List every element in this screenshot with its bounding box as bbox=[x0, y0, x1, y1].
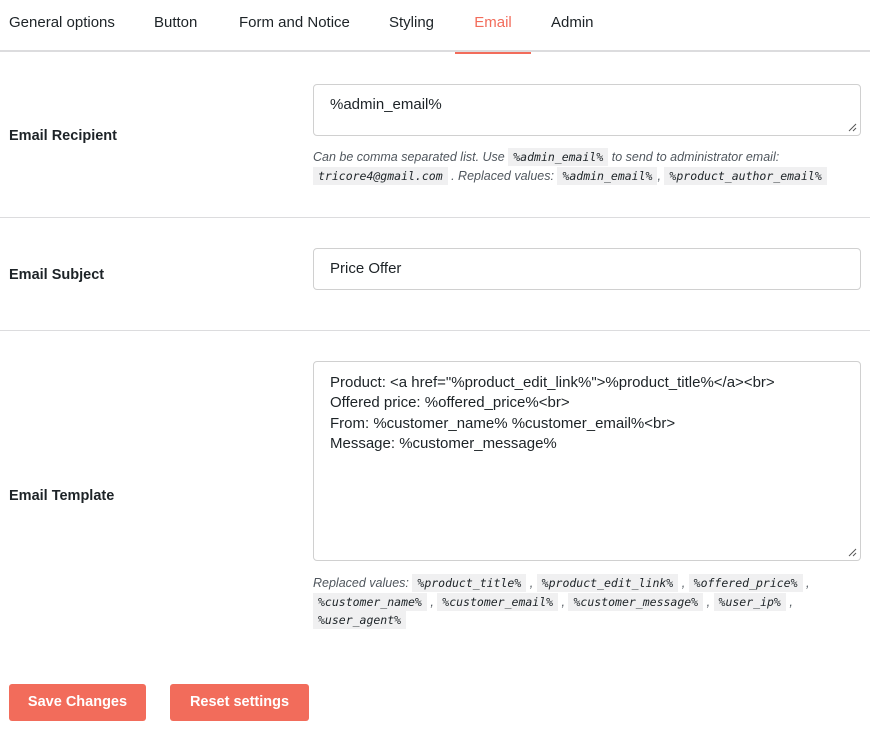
code-customer-email: %customer_email% bbox=[437, 592, 559, 611]
code-customer-message: %customer_message% bbox=[568, 592, 704, 611]
email-recipient-textarea[interactable]: %admin_email% bbox=[313, 84, 861, 136]
resize-handle-icon[interactable] bbox=[848, 123, 857, 132]
code-admin-email: %admin_email% bbox=[508, 148, 609, 166]
tab-styling[interactable]: Styling bbox=[389, 0, 437, 52]
reset-settings-button[interactable]: Reset settings bbox=[170, 684, 309, 721]
email-template-help: Replaced values: %product_title% , %prod… bbox=[313, 574, 810, 629]
help-text: Replaced values: bbox=[313, 576, 409, 590]
email-recipient-label: Email Recipient bbox=[9, 128, 117, 144]
tab-general-options[interactable]: General options bbox=[9, 0, 115, 52]
code-product-author-email: %product_author_email% bbox=[664, 167, 827, 185]
code-product-edit-link: %product_edit_link% bbox=[536, 574, 679, 592]
email-template-textarea[interactable]: Product: <a href="%product_edit_link%">%… bbox=[313, 361, 861, 561]
email-recipient-row: Email Recipient %admin_email% Can be com… bbox=[0, 52, 870, 218]
email-subject-input[interactable]: Price Offer bbox=[313, 248, 861, 290]
tab-button[interactable]: Button bbox=[154, 0, 199, 52]
help-text: . Replaced values: bbox=[451, 169, 554, 183]
code-user-ip: %user_ip% bbox=[713, 592, 786, 611]
email-subject-label: Email Subject bbox=[9, 267, 105, 283]
email-template-row: Email Template Product: <a href="%produc… bbox=[0, 331, 870, 661]
email-recipient-value: %admin_email% bbox=[330, 96, 442, 113]
help-text: to send to administrator email: bbox=[611, 150, 780, 164]
separator: , bbox=[657, 169, 661, 183]
settings-tabs: General options Button Form and Notice S… bbox=[0, 0, 870, 54]
code-customer-name: %customer_name% bbox=[313, 592, 427, 611]
save-changes-button[interactable]: Save Changes bbox=[9, 684, 146, 721]
code-product-title: %product_title% bbox=[412, 574, 527, 592]
template-line: From: %customer_name% %customer_email%<b… bbox=[330, 414, 676, 432]
resize-handle-icon[interactable] bbox=[848, 548, 857, 557]
template-line: Offered price: %offered_price%<br> bbox=[330, 394, 570, 412]
code-admin-email: %admin_email% bbox=[557, 167, 658, 185]
email-subject-row: Email Subject Price Offer bbox=[0, 218, 870, 331]
template-line: Message: %customer_message% bbox=[330, 434, 557, 452]
tab-email[interactable]: Email bbox=[455, 0, 531, 54]
template-line: Product: <a href="%product_edit_link%">%… bbox=[330, 374, 775, 391]
code-admin-address: tricore4@gmail.com bbox=[313, 167, 448, 185]
code-offered-price: %offered_price% bbox=[688, 574, 803, 592]
code-user-agent: %user_agent% bbox=[313, 611, 407, 629]
email-recipient-help: Can be comma separated list. Use %admin_… bbox=[313, 148, 861, 186]
tab-form-and-notice[interactable]: Form and Notice bbox=[239, 0, 351, 52]
email-template-label: Email Template bbox=[9, 488, 115, 504]
help-text: Can be comma separated list. Use bbox=[313, 150, 505, 164]
tab-admin[interactable]: Admin bbox=[551, 0, 595, 52]
